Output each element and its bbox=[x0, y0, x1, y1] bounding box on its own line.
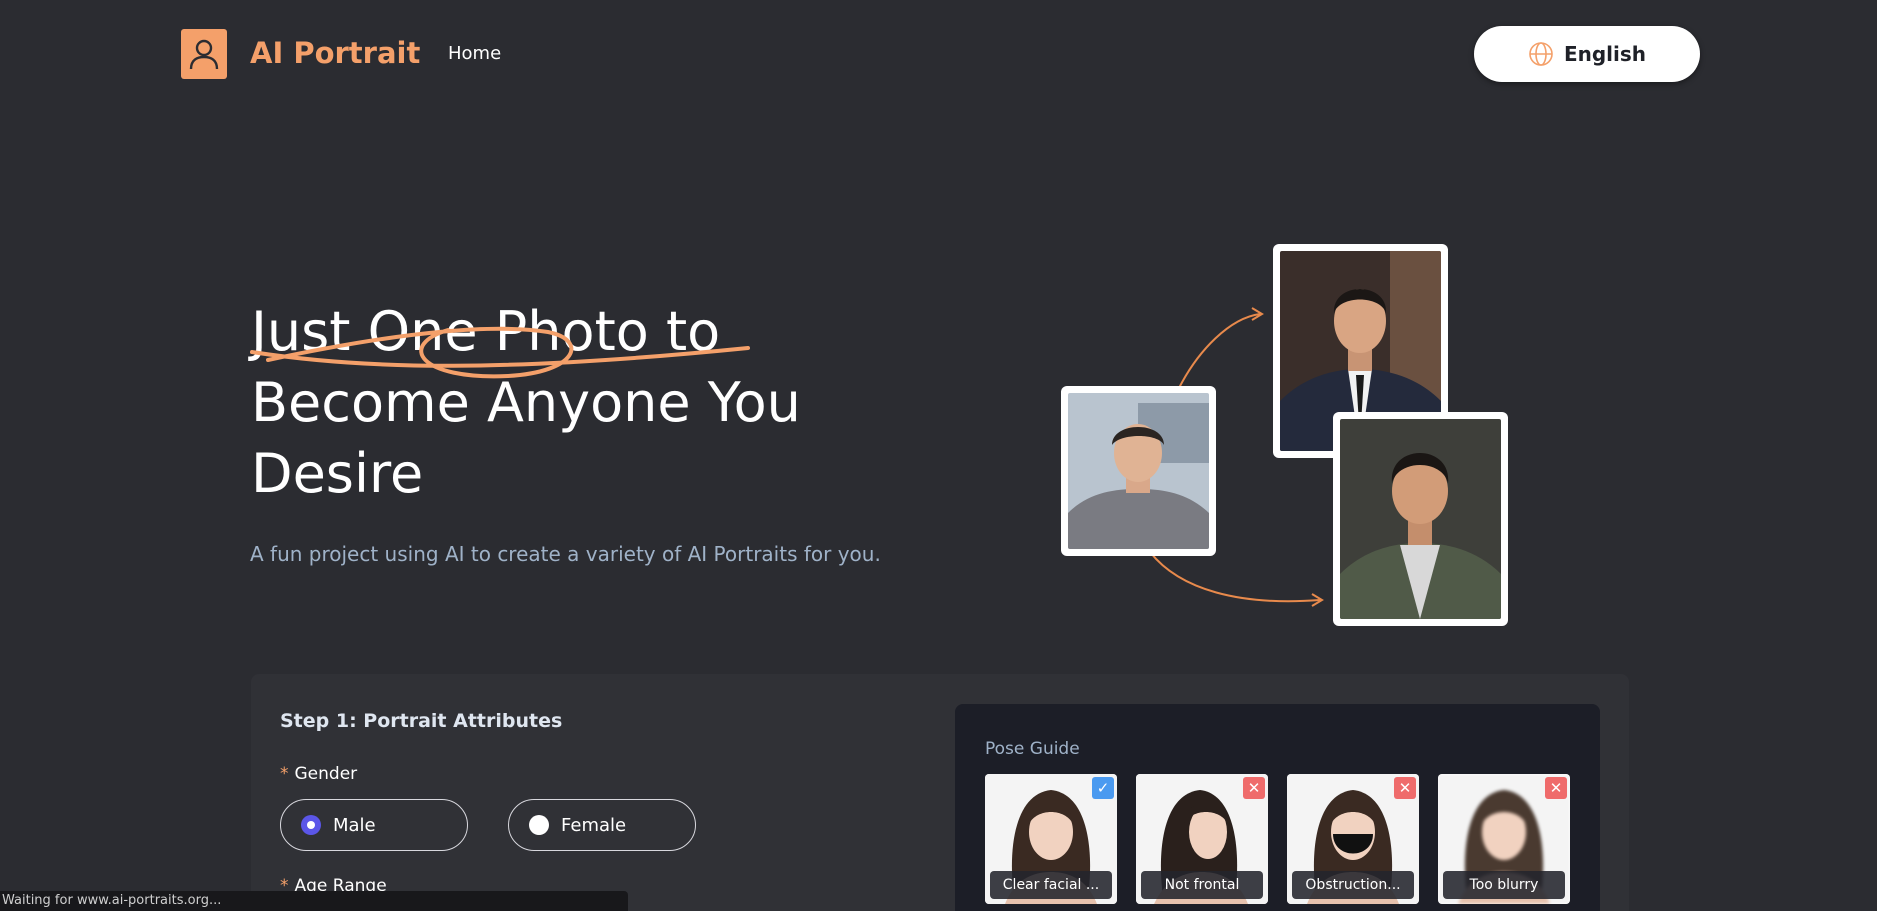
globe-icon bbox=[1529, 42, 1553, 66]
portrait-jacket-image bbox=[1340, 419, 1501, 619]
language-label: English bbox=[1563, 42, 1647, 66]
brand-name[interactable]: AI Portrait bbox=[250, 36, 420, 70]
pose-caption: Too blurry bbox=[1443, 871, 1565, 899]
close-icon: ✕ bbox=[1243, 777, 1265, 799]
radio-unchecked-icon[interactable] bbox=[529, 815, 549, 835]
gender-label-text: Gender bbox=[294, 764, 358, 784]
result-photo-jacket bbox=[1333, 412, 1508, 626]
hero-title-line-2: Become Anyone You bbox=[251, 371, 801, 434]
pose-card-not-frontal: ✕ Not frontal bbox=[1136, 774, 1268, 904]
header: AI Portrait Home English bbox=[0, 0, 1877, 110]
gender-label: * Gender bbox=[280, 764, 357, 784]
hero-title-line-3: Desire bbox=[251, 442, 424, 505]
hero-subtitle: A fun project using AI to create a varie… bbox=[250, 542, 881, 566]
user-icon bbox=[189, 39, 219, 70]
pose-caption: Not frontal bbox=[1141, 871, 1263, 899]
source-photo bbox=[1061, 386, 1216, 556]
required-mark: * bbox=[280, 764, 289, 784]
check-icon: ✓ bbox=[1092, 777, 1114, 799]
browser-status-bar: Waiting for www.ai-portraits.org... bbox=[0, 891, 628, 911]
pose-card-clear-face: ✓ Clear facial ... bbox=[985, 774, 1117, 904]
pose-caption: Obstruction... bbox=[1292, 871, 1414, 899]
hero-title-line-1: Just One Photo to bbox=[251, 300, 721, 363]
pose-card-too-blurry: ✕ Too blurry bbox=[1438, 774, 1570, 904]
gender-option-label: Male bbox=[333, 814, 376, 836]
hero-title: Just One Photo to Become Anyone You Desi… bbox=[251, 296, 891, 509]
gender-option-label: Female bbox=[561, 814, 627, 836]
gender-option-male[interactable]: Male bbox=[280, 799, 468, 851]
language-button[interactable]: English bbox=[1474, 26, 1700, 82]
pose-card-obstruction: ✕ Obstruction... bbox=[1287, 774, 1419, 904]
radio-checked-icon[interactable] bbox=[301, 815, 321, 835]
step-title: Step 1: Portrait Attributes bbox=[280, 710, 563, 732]
logo-icon[interactable] bbox=[181, 29, 227, 79]
portrait-casual-image bbox=[1068, 393, 1209, 549]
close-icon: ✕ bbox=[1545, 777, 1567, 799]
gender-option-female[interactable]: Female bbox=[508, 799, 696, 851]
pose-caption: Clear facial ... bbox=[990, 871, 1112, 899]
pose-guide-title: Pose Guide bbox=[985, 739, 1080, 759]
nav-home-link[interactable]: Home bbox=[448, 43, 501, 64]
close-icon: ✕ bbox=[1394, 777, 1416, 799]
